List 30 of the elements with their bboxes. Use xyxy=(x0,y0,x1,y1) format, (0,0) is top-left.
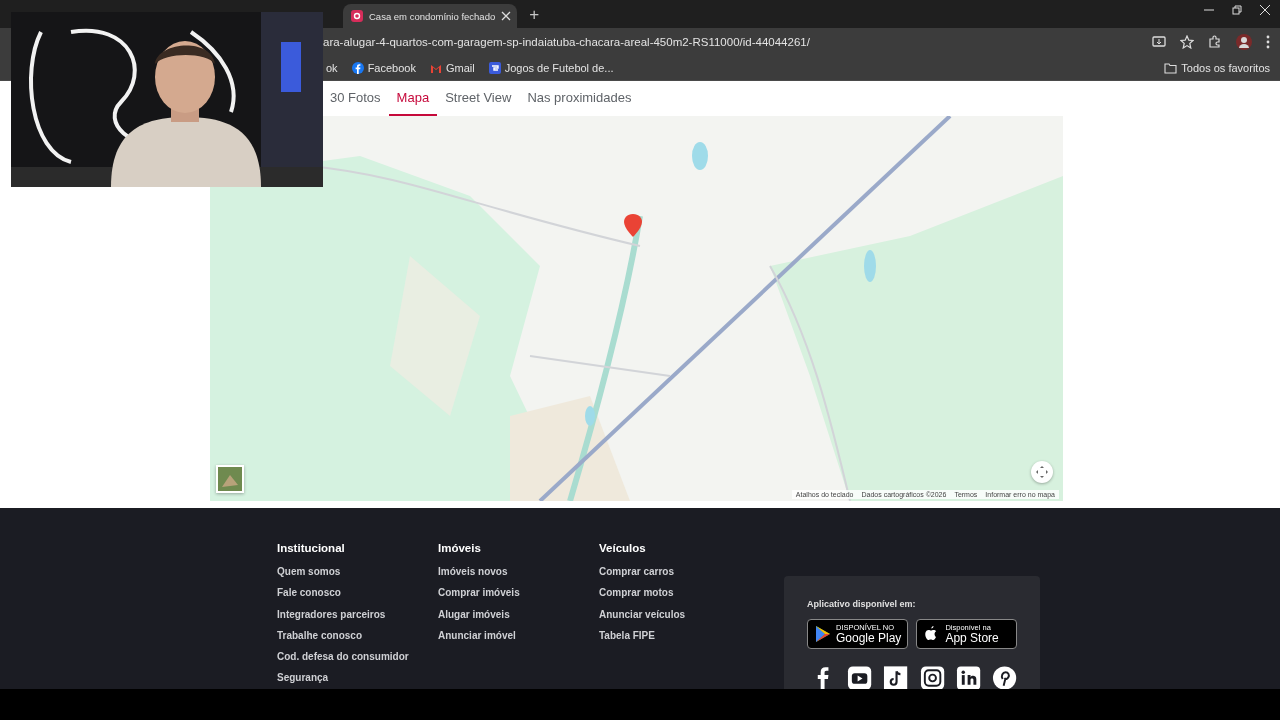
new-tab-button[interactable]: + xyxy=(525,5,544,25)
footer-link[interactable]: Comprar motos xyxy=(599,587,760,601)
bookmark[interactable]: Facebook xyxy=(351,62,416,74)
footer-link[interactable]: Anunciar veículos xyxy=(599,608,760,622)
store-name: Google Play xyxy=(836,631,902,644)
app-label: Aplicativo disponível em: xyxy=(807,599,917,609)
bookmark[interactable]: Gmail xyxy=(429,62,475,74)
footer-link[interactable]: Tabela FIPE xyxy=(599,629,760,644)
store-name: App Store xyxy=(945,631,999,644)
listing-tab[interactable]: 30 Fotos xyxy=(322,81,389,116)
footer-link[interactable]: Comprar imóveis xyxy=(438,587,599,601)
footer-link[interactable]: Fale conosco xyxy=(277,587,438,601)
listing-tab[interactable]: Street View xyxy=(437,81,520,116)
footer-link[interactable]: Imóveis novos xyxy=(438,566,599,580)
bookmark[interactable]: Jogos de Futebol de... xyxy=(488,62,614,74)
footer-link[interactable]: Alugar imóveis xyxy=(438,608,599,622)
footer-heading: Institucional xyxy=(277,542,346,554)
footer-link[interactable]: Anunciar imóvel xyxy=(438,629,599,644)
footer-heading: Veículos xyxy=(599,542,647,554)
footer-link[interactable]: Segurança xyxy=(277,672,438,686)
footer-heading: Imóveis xyxy=(438,542,482,554)
footer-link[interactable]: Quem somos xyxy=(277,566,438,580)
footer-link[interactable]: Comprar carros xyxy=(599,566,760,580)
listing-tab[interactable]: Nas proximidades xyxy=(519,81,640,116)
footer-link[interactable]: Integradores parceiros xyxy=(277,608,438,622)
all-bookmarks[interactable]: Todos os favoritos xyxy=(1164,62,1270,74)
footer-link[interactable]: Cod. defesa do consumidor xyxy=(277,651,438,665)
footer-link[interactable]: Trabalhe conosco xyxy=(277,629,438,644)
bookmark[interactable]: ok xyxy=(326,62,338,74)
browser-tab[interactable]: Casa em condomínio fechado xyxy=(343,4,518,28)
